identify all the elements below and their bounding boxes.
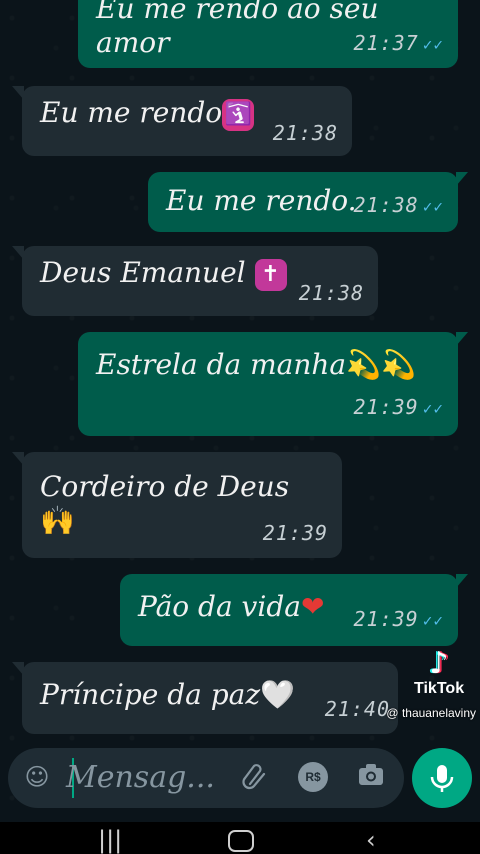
message-incoming[interactable]: Cordeiro de Deus 🙌 21:39	[12, 452, 342, 558]
payment-icon[interactable]: R$	[298, 762, 328, 792]
message-text: Deus Emanuel	[40, 256, 246, 289]
system-nav-bar: ||| ‹	[0, 822, 480, 854]
message-text: Eu me rendo.	[166, 184, 357, 217]
emoji-icon[interactable]: ☺	[22, 762, 52, 792]
red-heart-emoji: ❤	[300, 590, 325, 623]
camera-icon[interactable]	[356, 762, 386, 792]
read-ticks-icon: ✓✓	[422, 35, 444, 54]
read-ticks-icon: ✓✓	[422, 197, 444, 216]
message-outgoing[interactable]: Eu me rendo. 21:38 ✓✓	[148, 172, 468, 232]
message-time: 21:38	[353, 193, 419, 217]
mic-icon	[430, 765, 454, 792]
raising-hands-emoji: 🙌	[40, 504, 75, 537]
tiktok-handle: @ thauanelaviny	[386, 706, 476, 720]
message-meta: 21:39 ✓✓	[354, 602, 444, 638]
place-of-worship-emoji: 🛐	[222, 98, 255, 131]
message-meta: 21:39 ✓✓	[354, 390, 444, 426]
message-time: 21:39	[353, 395, 419, 419]
message-time: 21:38	[272, 121, 338, 145]
message-time: 21:39	[262, 521, 328, 545]
message-outgoing[interactable]: Eu me rendo ao seu amor 21:37 ✓✓	[78, 0, 458, 68]
message-incoming[interactable]: Eu me rendo 🛐 21:38	[12, 86, 352, 156]
message-time: 21:39	[353, 607, 419, 631]
message-text: Príncipe da paz	[40, 678, 261, 711]
message-input[interactable]: Mensag...	[66, 760, 215, 795]
tiktok-logo-icon: ♪	[429, 646, 449, 681]
back-icon[interactable]: ‹	[366, 828, 376, 852]
message-outgoing[interactable]: Estrela da manha💫💫 21:39 ✓✓	[78, 332, 468, 436]
message-time: 21:38	[298, 281, 364, 305]
message-meta: 21:38 ✓✓	[354, 188, 444, 224]
message-meta: 21:37 ✓✓	[354, 26, 444, 62]
mic-button[interactable]	[412, 748, 472, 808]
message-incoming[interactable]: Príncipe da paz🤍 21:40	[12, 662, 398, 734]
message-text: Cordeiro de Deus	[40, 470, 290, 503]
latin-cross-emoji: ✝	[254, 258, 287, 291]
message-text: Estrela da manha	[96, 348, 347, 381]
message-text: Eu me rendo	[40, 96, 223, 129]
message-time: 21:37	[353, 31, 419, 55]
message-incoming[interactable]: Deus Emanuel ✝ 21:38	[12, 246, 378, 316]
read-ticks-icon: ✓✓	[422, 399, 444, 418]
tiktok-watermark: ♪ TikTok	[414, 648, 464, 698]
message-text: Pão da vida	[138, 590, 301, 623]
message-outgoing[interactable]: Pão da vida❤ 21:39 ✓✓	[120, 574, 468, 646]
read-ticks-icon: ✓✓	[422, 611, 444, 630]
dizzy-star-emoji: 💫💫	[346, 348, 416, 381]
white-heart-emoji: 🤍	[260, 678, 296, 711]
message-text: Eu me rendo ao seu	[96, 0, 379, 25]
attach-icon[interactable]	[240, 762, 270, 792]
message-composer[interactable]: ☺ Mensag... R$	[8, 748, 404, 808]
home-icon[interactable]	[228, 830, 254, 852]
recent-apps-icon[interactable]: |||	[98, 828, 122, 852]
tiktok-brand: TikTok	[414, 680, 465, 697]
